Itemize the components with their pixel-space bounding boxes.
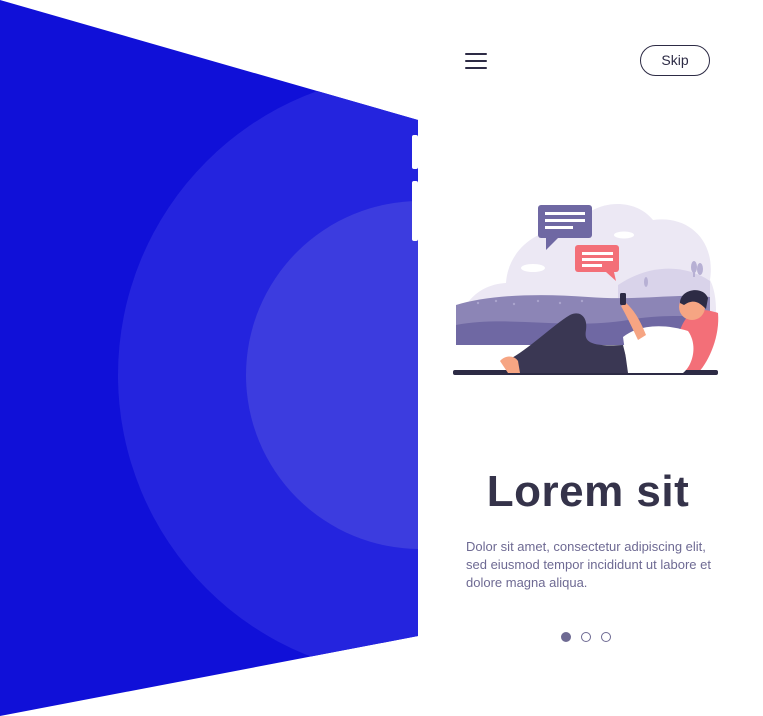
man-relaxing-with-phone-illustration bbox=[453, 203, 719, 375]
pagination-dot-1[interactable] bbox=[561, 632, 571, 642]
description-text: Dolor sit amet, consectetur adipiscing e… bbox=[466, 539, 711, 590]
person-torso bbox=[623, 326, 694, 373]
phone-in-hand bbox=[620, 293, 626, 305]
onboarding-stage: Skip Lorem sit Dolor sit amet, consectet… bbox=[0, 0, 763, 716]
pagination-dots bbox=[561, 632, 611, 644]
pagination-dot-3[interactable] bbox=[601, 632, 611, 642]
pagination-dot-2[interactable] bbox=[581, 632, 591, 642]
skip-button[interactable]: Skip bbox=[640, 45, 710, 76]
page-title: Lorem sit bbox=[486, 467, 690, 516]
hamburger-menu-icon[interactable] bbox=[462, 50, 490, 72]
